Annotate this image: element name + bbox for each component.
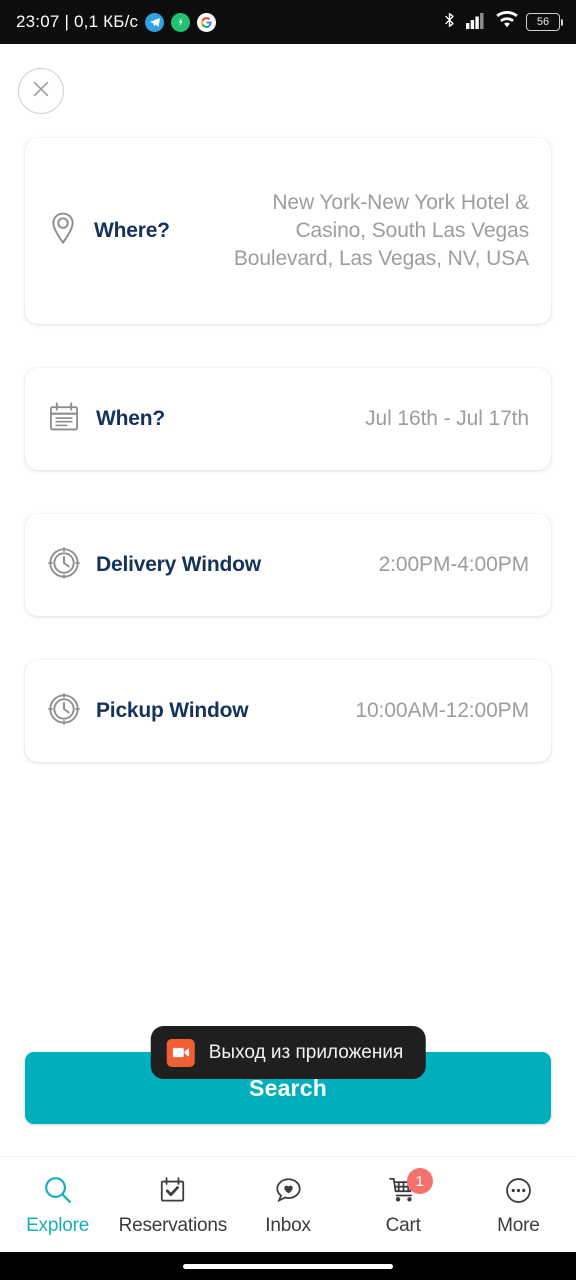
nav-label-more: More: [497, 1215, 540, 1236]
exit-app-toast: Выход из приложения: [150, 1026, 426, 1079]
video-camera-icon: [166, 1038, 195, 1067]
where-card[interactable]: Where? New York-New York Hotel & Casino,…: [25, 138, 551, 324]
bottom-navigation: Explore Reservations Inbox 1 Cart More: [0, 1156, 576, 1252]
when-card-left: When?: [47, 400, 165, 439]
status-bar: 23:07 | 0,1 КБ/c 56: [0, 0, 576, 44]
search-form-cards: Where? New York-New York Hotel & Casino,…: [0, 114, 576, 762]
search-icon: [42, 1172, 74, 1208]
shopping-cart-icon: 1: [388, 1168, 433, 1208]
close-button[interactable]: [18, 68, 64, 114]
calendar-check-icon: [157, 1172, 188, 1208]
nav-label-reservations: Reservations: [118, 1215, 228, 1236]
close-icon: [30, 78, 52, 105]
clock-icon: [47, 692, 81, 731]
pickup-window-card-label: Pickup Window: [96, 699, 249, 722]
nav-label-cart: Cart: [385, 1215, 421, 1236]
nav-item-explore[interactable]: Explore: [0, 1172, 115, 1237]
where-card-label: Where?: [94, 219, 170, 242]
battery-level: 56: [536, 16, 550, 28]
header-bar: [0, 44, 576, 114]
cart-badge: 1: [406, 1168, 433, 1194]
location-pin-icon: [47, 211, 79, 252]
shield-security-icon: [171, 12, 191, 32]
when-card[interactable]: When? Jul 16th - Jul 17th: [25, 368, 551, 470]
nav-item-cart[interactable]: 1 Cart: [346, 1168, 461, 1237]
nav-label-explore: Explore: [26, 1215, 90, 1236]
exit-app-toast-text: Выход из приложения: [208, 1041, 404, 1063]
calendar-icon: [47, 400, 81, 439]
nav-item-reservations[interactable]: Reservations: [115, 1172, 230, 1237]
status-clock: 23:07 | 0,1 КБ/c: [16, 12, 139, 31]
pickup-window-card-left: Pickup Window: [47, 692, 249, 731]
telegram-icon: [145, 12, 165, 32]
when-card-label: When?: [96, 407, 165, 430]
pickup-window-card-value: 10:00AM-12:00PM: [355, 699, 529, 723]
delivery-window-card[interactable]: Delivery Window 2:00PM-4:00PM: [25, 514, 551, 616]
delivery-window-card-label: Delivery Window: [96, 553, 261, 576]
delivery-window-card-left: Delivery Window: [47, 546, 261, 585]
google-icon: [197, 12, 217, 32]
battery-indicator: 56: [526, 13, 563, 31]
nav-item-inbox[interactable]: Inbox: [230, 1172, 345, 1237]
cellular-signal-icon: [466, 11, 488, 34]
status-bar-left: 23:07 | 0,1 КБ/c: [16, 12, 217, 32]
more-dots-icon: [503, 1172, 534, 1208]
wifi-icon: [496, 10, 518, 34]
chat-heart-icon: [273, 1172, 304, 1208]
where-card-value: New York-New York Hotel & Casino, South …: [233, 191, 529, 270]
when-card-value: Jul 16th - Jul 17th: [365, 407, 529, 431]
nav-label-inbox: Inbox: [265, 1215, 311, 1236]
nav-item-more[interactable]: More: [461, 1172, 576, 1237]
gesture-navigation-bar: [0, 1252, 576, 1280]
where-card-left: Where?: [47, 211, 170, 252]
gesture-handle[interactable]: [183, 1263, 393, 1269]
delivery-window-card-value: 2:00PM-4:00PM: [378, 553, 530, 577]
app-screen: 23:07 | 0,1 КБ/c 56 Where? New York-New …: [0, 0, 576, 1280]
pickup-window-card[interactable]: Pickup Window 10:00AM-12:00PM: [25, 660, 551, 762]
status-bar-right: 56: [441, 10, 563, 35]
bluetooth-icon: [441, 10, 458, 35]
clock-icon: [47, 546, 81, 585]
